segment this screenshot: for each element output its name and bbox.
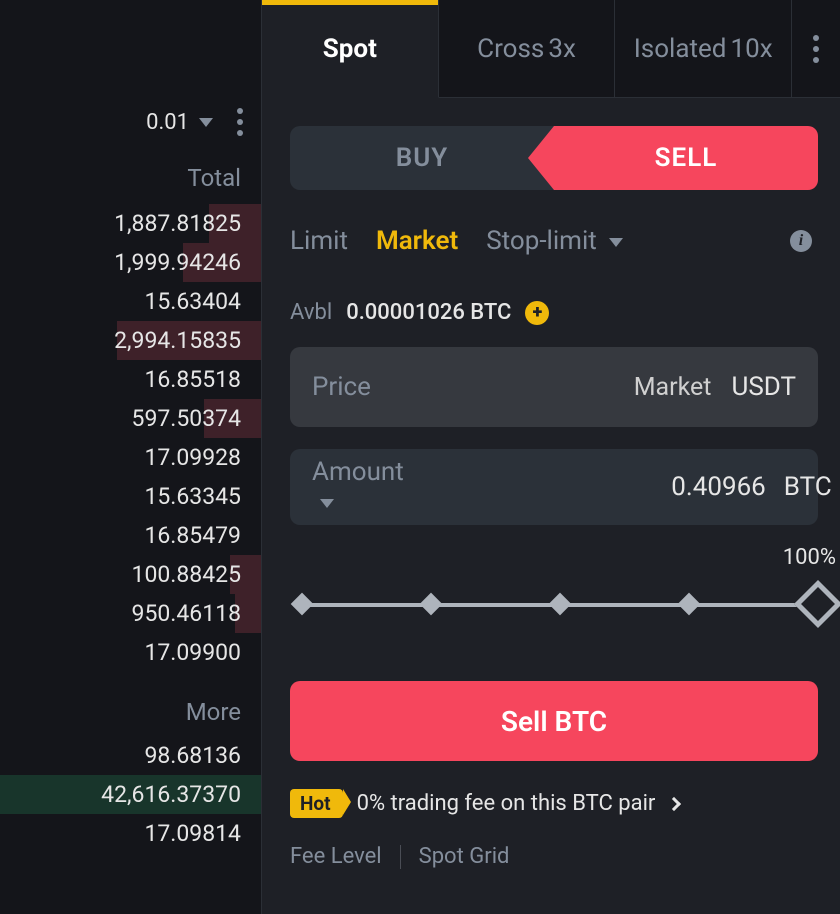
slider-stop[interactable] — [420, 593, 443, 616]
orderbook-row[interactable]: 17.09814 — [0, 814, 261, 853]
footer-spot-grid[interactable]: Spot Grid — [419, 844, 510, 869]
amount-unit: BTC — [784, 472, 832, 502]
slider-stop[interactable] — [291, 593, 314, 616]
chevron-down-icon — [609, 238, 623, 247]
price-label: Price — [312, 372, 371, 402]
price-unit: USDT — [731, 372, 796, 402]
orderbook-row[interactable]: 1,887.81825 — [0, 204, 261, 243]
orderbook-row[interactable]: 16.85479 — [0, 516, 261, 555]
tabs-menu-button[interactable] — [792, 0, 840, 98]
orderbook-more-link[interactable]: More — [0, 672, 261, 736]
trade-panel: Spot Cross 3x Isolated 10x BUY SELL — [262, 0, 840, 914]
deposit-plus-icon[interactable]: + — [525, 301, 549, 325]
price-value: Market — [634, 373, 712, 402]
sell-toggle[interactable]: SELL — [554, 126, 818, 190]
promo-banner[interactable]: Hot 0% trading fee on this BTC pair — [290, 789, 840, 818]
ordertype-stoplimit[interactable]: Stop-limit — [486, 226, 623, 256]
amount-slider[interactable]: 100% — [290, 565, 830, 645]
orderbook-row[interactable]: 1,999.94246 — [0, 243, 261, 282]
orderbook-row[interactable]: 15.63404 — [0, 282, 261, 321]
price-field: Price Market USDT — [290, 347, 818, 427]
hot-badge: Hot — [290, 789, 343, 818]
info-icon[interactable]: i — [790, 230, 812, 252]
tab-isolated[interactable]: Isolated 10x — [615, 0, 792, 98]
orderbook-row[interactable]: 597.50374 — [0, 399, 261, 438]
orderbook-row[interactable]: 2,994.15835 — [0, 321, 261, 360]
orderbook-total-header: Total — [0, 144, 261, 204]
slider-stop[interactable] — [549, 593, 572, 616]
slider-handle[interactable] — [794, 580, 840, 628]
ordertype-market[interactable]: Market — [376, 226, 458, 256]
amount-label: Amount — [312, 457, 404, 517]
orderbook-row[interactable]: 98.68136 — [0, 736, 261, 775]
tab-cross[interactable]: Cross 3x — [439, 0, 616, 98]
submit-sell-button[interactable]: Sell BTC — [290, 681, 818, 761]
orderbook-row[interactable]: 17.09928 — [0, 438, 261, 477]
tab-spot[interactable]: Spot — [262, 0, 439, 98]
chevron-down-icon — [320, 499, 334, 508]
orderbook-row[interactable]: 42,616.37370 — [0, 775, 261, 814]
chevron-down-icon — [199, 118, 213, 127]
orderbook-panel: 0.01 Total 1,887.818251,999.9424615.6340… — [0, 0, 262, 914]
slider-stop[interactable] — [678, 593, 701, 616]
slider-percent-label: 100% — [783, 545, 836, 570]
ordertype-limit[interactable]: Limit — [290, 226, 348, 256]
orderbook-step-value: 0.01 — [146, 110, 189, 135]
amount-field[interactable]: Amount BTC — [290, 449, 818, 525]
available-value: 0.00001026 BTC — [346, 300, 511, 325]
footer-fee-level[interactable]: Fee Level — [290, 844, 382, 869]
orderbook-row[interactable]: 100.88425 — [0, 555, 261, 594]
available-label: Avbl — [290, 300, 332, 325]
orderbook-row[interactable]: 16.85518 — [0, 360, 261, 399]
orderbook-row[interactable]: 15.63345 — [0, 477, 261, 516]
chevron-right-icon — [667, 796, 681, 810]
amount-input[interactable] — [432, 472, 766, 502]
promo-text: 0% trading fee on this BTC pair — [357, 791, 656, 816]
orderbook-menu-button[interactable] — [237, 108, 243, 136]
buy-toggle[interactable]: BUY — [290, 126, 554, 190]
orderbook-row[interactable]: 950.46118 — [0, 594, 261, 633]
orderbook-step-selector[interactable]: 0.01 — [146, 110, 213, 135]
orderbook-row[interactable]: 17.09900 — [0, 633, 261, 672]
